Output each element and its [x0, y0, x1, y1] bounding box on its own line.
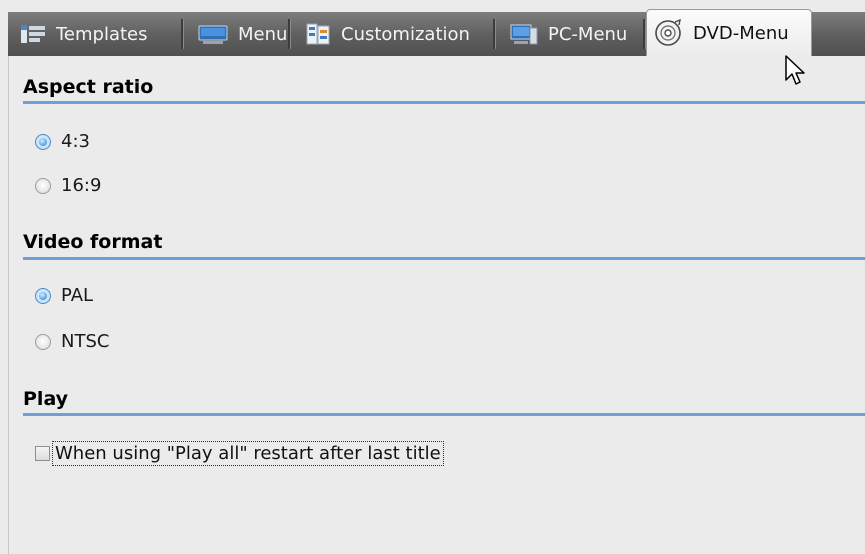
section-title-play: Play	[23, 388, 69, 410]
tab-separator	[493, 19, 496, 49]
radio-button-checked[interactable]	[35, 133, 51, 150]
checkbox-restart-after-last-title[interactable]: When using "Play all" restart after last…	[35, 441, 444, 466]
radio-button[interactable]	[35, 333, 51, 350]
radio-aspect-16-9[interactable]: 16:9	[35, 175, 101, 196]
radio-dot	[39, 291, 47, 300]
radio-button-checked[interactable]	[35, 287, 51, 304]
tab-pc-menu-label: PC-Menu	[548, 23, 628, 45]
radio-video-pal[interactable]: PAL	[35, 285, 93, 306]
customization-icon	[305, 22, 331, 46]
radio-dot	[39, 137, 47, 146]
tab-bar: Templates Menu Customization PC-Menu DVD…	[0, 0, 865, 58]
section-divider	[23, 101, 865, 104]
dvd-disc-icon	[653, 19, 683, 47]
tab-dvd-menu[interactable]: DVD-Menu	[646, 9, 812, 56]
radio-label: 16:9	[61, 175, 102, 196]
tab-customization[interactable]: Customization	[293, 12, 496, 56]
tab-separator	[181, 19, 184, 49]
section-divider	[23, 257, 865, 260]
radio-label: NTSC	[61, 331, 110, 352]
pc-icon	[510, 22, 538, 46]
checkbox[interactable]	[35, 446, 50, 461]
tab-customization-label: Customization	[341, 23, 470, 45]
radio-label: PAL	[61, 285, 94, 306]
menu-monitor-icon	[198, 23, 228, 45]
tab-menu[interactable]: Menu	[186, 12, 291, 56]
dvd-menu-panel: Aspect ratio 4:3 16:9 Video format PAL N…	[8, 56, 865, 554]
section-divider	[23, 413, 865, 416]
tab-templates[interactable]: Templates	[8, 12, 184, 56]
mouse-cursor-icon	[784, 54, 808, 92]
tab-separator	[288, 19, 291, 49]
checkbox-label: When using "Play all" restart after last…	[52, 441, 444, 466]
radio-aspect-4-3[interactable]: 4:3	[35, 131, 90, 152]
radio-label: 4:3	[61, 131, 90, 152]
templates-icon	[20, 23, 46, 45]
tab-pc-menu[interactable]: PC-Menu	[498, 12, 646, 56]
radio-button[interactable]	[35, 177, 51, 194]
section-title-video-format: Video format	[23, 231, 163, 253]
tab-templates-label: Templates	[56, 23, 148, 45]
radio-video-ntsc[interactable]: NTSC	[35, 331, 109, 352]
tab-dvd-menu-label: DVD-Menu	[693, 22, 789, 44]
section-title-aspect-ratio: Aspect ratio	[23, 76, 154, 98]
tab-menu-label: Menu	[238, 23, 288, 45]
